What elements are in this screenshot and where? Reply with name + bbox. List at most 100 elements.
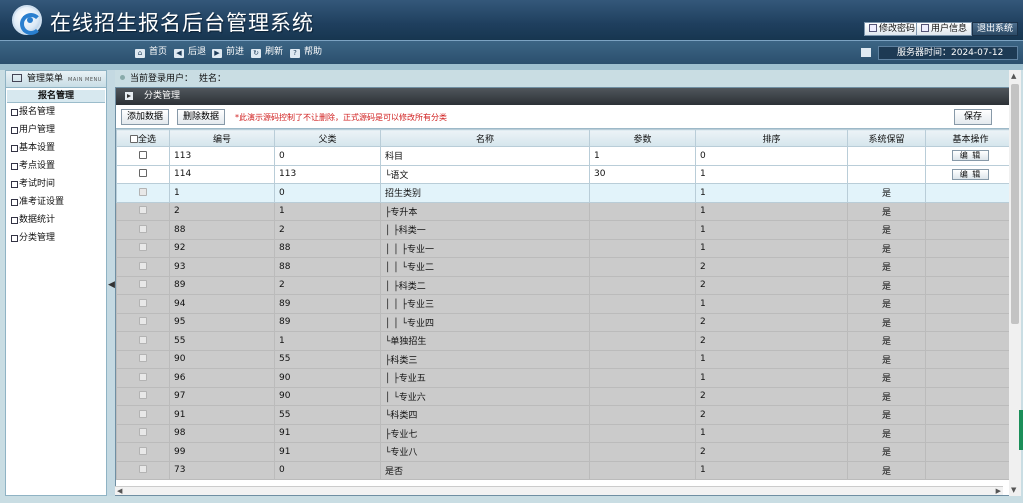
table-row[interactable]: 99 91 └专业八 2 是 [116, 442, 1015, 462]
row-checkbox[interactable] [139, 335, 147, 344]
row-select-cell[interactable] [116, 201, 170, 221]
table-row[interactable]: 113 0 科目 1 0 编 辑 [116, 146, 1015, 166]
table-row[interactable]: 98 91 ├专业七 1 是 [116, 423, 1015, 443]
table-row[interactable]: 55 1 └单独招生 2 是 [116, 331, 1015, 351]
table-row[interactable]: 91 55 └科类四 2 是 [116, 405, 1015, 425]
save-button[interactable]: 保存 [954, 109, 993, 125]
sidebar-item-basic-settings[interactable]: 基本设置 [6, 139, 106, 157]
row-select-cell[interactable] [116, 238, 170, 258]
sidebar-item-admission-ticket[interactable]: 准考证设置 [6, 193, 106, 211]
row-select-cell[interactable] [116, 312, 170, 332]
row-select-cell[interactable] [116, 460, 170, 480]
table-row[interactable]: 95 89 │ │ └专业四 2 是 [116, 312, 1015, 332]
sidebar-item-registration[interactable]: 报名管理 [6, 103, 106, 121]
nav-home-label: 首页 [149, 47, 168, 57]
row-checkbox[interactable] [139, 206, 147, 215]
table-row[interactable]: 93 88 │ │ └专业二 2 是 [116, 257, 1015, 277]
table-row[interactable]: 92 88 │ │ ├专业一 1 是 [116, 238, 1015, 258]
row-select-cell[interactable] [116, 442, 170, 462]
row-select-cell[interactable] [116, 294, 170, 314]
row-id: 88 [169, 220, 275, 240]
nav-home[interactable]: ⌂ 首页 [135, 47, 167, 58]
row-checkbox[interactable] [139, 317, 147, 326]
table-row[interactable]: 94 89 │ │ ├专业三 1 是 [116, 294, 1015, 314]
nav-refresh[interactable]: ↻ 刷新 [251, 47, 283, 58]
table-row[interactable]: 1 0 招生类别 1 是 [116, 183, 1015, 203]
table-row[interactable]: 2 1 ├专升本 1 是 [116, 201, 1015, 221]
row-select-cell[interactable] [116, 368, 170, 388]
nav-back[interactable]: ◀ 后退 [174, 47, 206, 58]
row-checkbox[interactable] [139, 187, 147, 196]
logout-button[interactable]: 退出系统 [972, 22, 1019, 36]
row-checkbox[interactable] [139, 354, 147, 363]
nav-forward[interactable]: ▶ 前进 [212, 47, 244, 58]
add-data-button[interactable]: 添加数据 [121, 109, 170, 125]
table-row[interactable]: 114 113 └语文 30 1 编 辑 [116, 164, 1015, 184]
row-checkbox[interactable] [139, 409, 147, 418]
sidebar-item-categories[interactable]: 分类管理 [6, 229, 106, 247]
user-info-button[interactable]: 用户信息 [916, 22, 973, 36]
row-select-cell[interactable] [116, 183, 170, 203]
row-select-cell[interactable] [116, 257, 170, 277]
horizontal-scrollbar[interactable]: ◀ ▶ [115, 486, 1003, 495]
sidebar-collapse-handle[interactable]: ◀ [107, 70, 115, 496]
row-select-cell[interactable] [116, 164, 170, 184]
row-actions [925, 368, 1015, 388]
table-row[interactable]: 89 2 │ ├科类二 2 是 [116, 275, 1015, 295]
row-checkbox[interactable] [139, 446, 147, 455]
table-row[interactable]: 88 2 │ ├科类一 1 是 [116, 220, 1015, 240]
row-checkbox[interactable] [139, 280, 147, 289]
row-select-cell[interactable] [116, 423, 170, 443]
row-reserved: 是 [847, 294, 926, 314]
row-select-cell[interactable] [116, 331, 170, 351]
change-password-button[interactable]: 修改密码 [864, 22, 921, 36]
sidebar-item-users[interactable]: 用户管理 [6, 121, 106, 139]
sidebar-item-statistics[interactable]: 数据统计 [6, 211, 106, 229]
row-checkbox[interactable] [139, 243, 147, 252]
scroll-left-icon[interactable]: ◀ [117, 487, 122, 495]
scroll-right-icon[interactable]: ▶ [996, 487, 1001, 495]
table-row[interactable]: 90 55 ├科类三 1 是 [116, 349, 1015, 369]
row-parent: 0 [274, 460, 381, 480]
sidebar-item-exam-sites[interactable]: 考点设置 [6, 157, 106, 175]
row-param [589, 442, 696, 462]
table-row[interactable]: 96 90 │ ├专业五 1 是 [116, 368, 1015, 388]
row-select-cell[interactable] [116, 220, 170, 240]
row-parent: 90 [274, 368, 381, 388]
row-checkbox[interactable] [139, 428, 147, 437]
row-param [589, 257, 696, 277]
table-row[interactable]: 97 90 │ └专业六 2 是 [116, 386, 1015, 406]
row-name: 科目 [380, 146, 590, 166]
row-select-cell[interactable] [116, 275, 170, 295]
panel-title: 分类管理 [116, 88, 1015, 105]
nav-help[interactable]: ? 帮助 [290, 47, 322, 58]
row-checkbox[interactable] [139, 298, 147, 307]
select-all-header[interactable]: 全选 [116, 129, 170, 147]
row-actions [925, 460, 1015, 480]
row-select-cell[interactable] [116, 146, 170, 166]
row-checkbox[interactable] [139, 372, 147, 381]
row-checkbox[interactable] [139, 391, 147, 400]
sidebar-section-title[interactable]: 报名管理 [7, 90, 105, 103]
row-order: 2 [695, 275, 848, 295]
scroll-up-icon[interactable]: ▲ [1011, 72, 1016, 80]
row-checkbox[interactable] [139, 261, 147, 270]
delete-data-button[interactable]: 删除数据 [177, 109, 226, 125]
row-checkbox[interactable] [139, 224, 147, 233]
server-clock-icon [861, 48, 871, 57]
row-select-cell[interactable] [116, 349, 170, 369]
row-checkbox[interactable] [139, 150, 147, 159]
edit-button[interactable]: 编 辑 [951, 150, 990, 162]
row-select-cell[interactable] [116, 386, 170, 406]
row-parent: 91 [274, 442, 381, 462]
row-checkbox[interactable] [139, 169, 147, 178]
sidebar-item-exam-time[interactable]: 考试时间 [6, 175, 106, 193]
edit-button[interactable]: 编 辑 [951, 168, 990, 180]
table-row[interactable]: 73 0 是否 1 是 [116, 460, 1015, 480]
select-all-checkbox[interactable] [129, 134, 138, 143]
scroll-thumb[interactable] [1011, 84, 1019, 324]
nav-bar: ⌂ 首页 ◀ 后退 ▶ 前进 ↻ 刷新 ? 帮助 服务器时间：2024-07-12 [0, 40, 1023, 64]
scroll-down-icon[interactable]: ▼ [1011, 486, 1016, 494]
row-checkbox[interactable] [139, 465, 147, 474]
row-select-cell[interactable] [116, 405, 170, 425]
